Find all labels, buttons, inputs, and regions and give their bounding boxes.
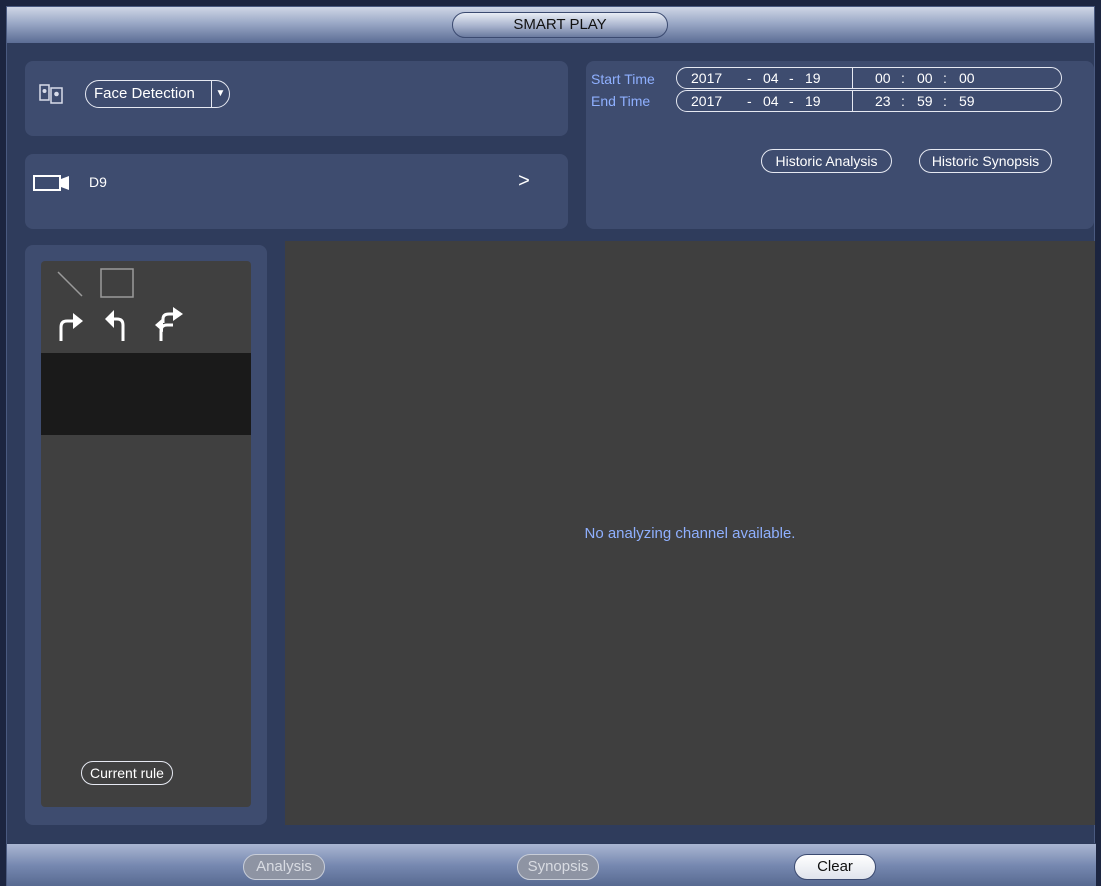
title-bar: SMART PLAY: [7, 7, 1094, 43]
undo-redo-icon[interactable]: [153, 307, 187, 343]
date-time-divider: [852, 91, 853, 111]
end-time-label: End Time: [591, 93, 651, 109]
end-year[interactable]: 2017: [691, 91, 722, 111]
start-hour[interactable]: 00: [875, 68, 891, 88]
historic-analysis-button[interactable]: Historic Analysis: [761, 149, 892, 173]
rule-list[interactable]: [41, 353, 251, 435]
undo-icon[interactable]: [103, 307, 133, 343]
channel-name: D9: [89, 174, 107, 190]
synopsis-button[interactable]: Synopsis: [517, 854, 599, 880]
time-panel: Start Time 2017 - 04 - 19 00 : 00 : 00 E…: [586, 61, 1094, 229]
historic-synopsis-button[interactable]: Historic Synopsis: [919, 149, 1052, 173]
end-hour[interactable]: 23: [875, 91, 891, 111]
date-time-divider: [852, 68, 853, 88]
smart-play-window: SMART PLAY Face Detection ▼ D9 > Start T…: [6, 6, 1096, 886]
channel-panel: D9 >: [25, 154, 568, 229]
video-display[interactable]: No analyzing channel available.: [285, 241, 1095, 825]
end-minute[interactable]: 59: [917, 91, 933, 111]
rule-editor: Current rule: [41, 261, 251, 807]
chevron-right-icon[interactable]: >: [513, 168, 535, 194]
detection-mode-select[interactable]: Face Detection ▼: [85, 80, 230, 108]
start-day[interactable]: 19: [805, 68, 821, 88]
camera-icon: [33, 175, 69, 191]
end-time-field[interactable]: 2017 - 04 - 19 23 : 59 : 59: [676, 90, 1062, 112]
start-minute[interactable]: 00: [917, 68, 933, 88]
start-time-label: Start Time: [591, 71, 655, 87]
line-tool-icon[interactable]: [55, 269, 85, 299]
end-second[interactable]: 59: [959, 91, 975, 111]
clear-button[interactable]: Clear: [794, 854, 876, 880]
start-month[interactable]: 04: [763, 68, 779, 88]
start-time-field[interactable]: 2017 - 04 - 19 00 : 00 : 00: [676, 67, 1062, 89]
mode-panel: Face Detection ▼: [25, 61, 568, 136]
start-year[interactable]: 2017: [691, 68, 722, 88]
rule-panel: Current rule: [25, 245, 267, 825]
end-day[interactable]: 19: [805, 91, 821, 111]
no-channel-message: No analyzing channel available.: [584, 525, 796, 542]
chevron-down-icon[interactable]: ▼: [211, 81, 229, 107]
redo-icon[interactable]: [55, 309, 85, 343]
rectangle-tool-icon[interactable]: [99, 267, 135, 299]
end-month[interactable]: 04: [763, 91, 779, 111]
bottom-toolbar: Analysis Synopsis Clear: [7, 843, 1096, 886]
current-rule-button[interactable]: Current rule: [81, 761, 173, 785]
detection-mode-value: Face Detection: [94, 85, 195, 102]
window-title: SMART PLAY: [452, 12, 668, 38]
analysis-button[interactable]: Analysis: [243, 854, 325, 880]
face-detection-mode-icon: [39, 84, 63, 104]
start-second[interactable]: 00: [959, 68, 975, 88]
